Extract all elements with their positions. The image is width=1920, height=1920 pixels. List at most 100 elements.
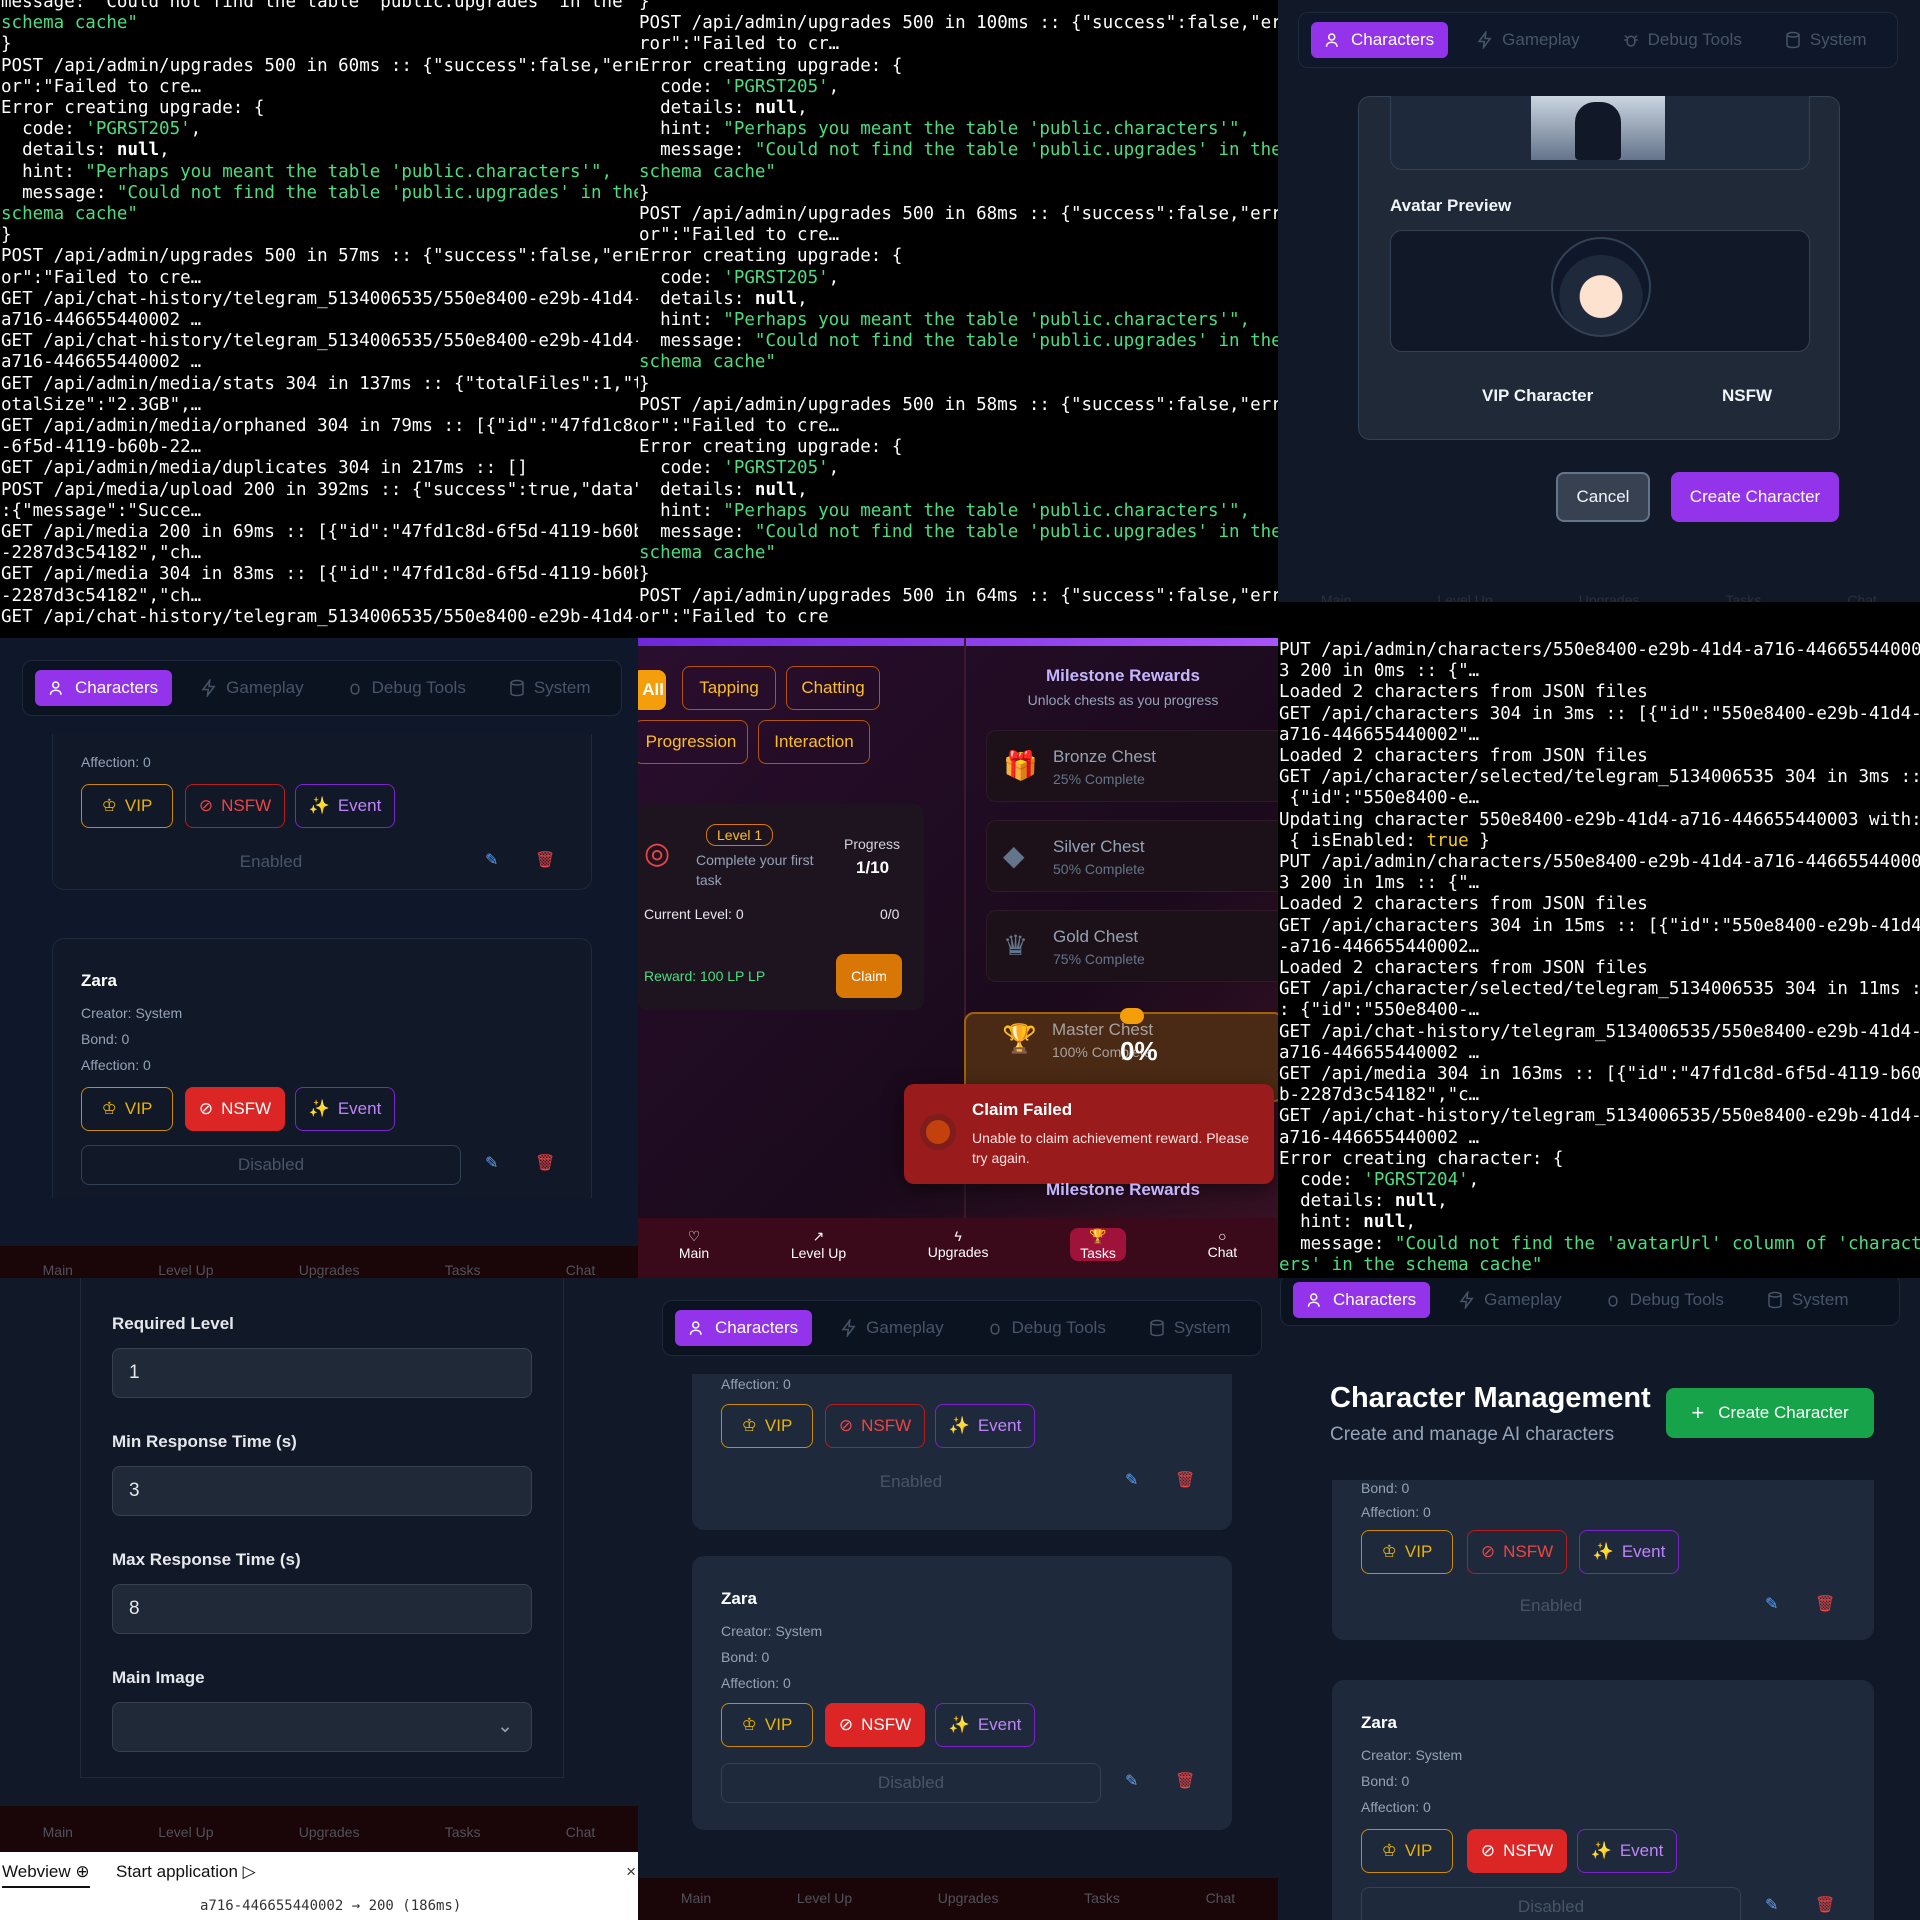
vip-badge[interactable]: ♔ VIP: [721, 1703, 813, 1747]
vip-badge[interactable]: ♔ VIP: [1361, 1530, 1453, 1574]
nsfw-badge[interactable]: ⊘ NSFW: [825, 1703, 925, 1747]
edit-icon[interactable]: ✎: [1765, 1594, 1785, 1614]
tab-gameplay[interactable]: Gameplay: [826, 1310, 957, 1346]
tab-characters[interactable]: Characters: [675, 1310, 813, 1346]
filter-chip-chatting[interactable]: Chatting: [786, 666, 880, 710]
chest-silver[interactable]: ◆ Silver Chest 50% Complete: [986, 820, 1278, 892]
webview-tab[interactable]: Webview ⊕: [2, 1862, 90, 1888]
edit-icon[interactable]: ✎: [1125, 1470, 1145, 1490]
nsfw-badge[interactable]: ⊘ NSFW: [1467, 1829, 1567, 1873]
affection-stat: Affection: 0: [1361, 1799, 1431, 1815]
nav-level-up[interactable]: ↗ Level Up: [791, 1228, 846, 1261]
status-disabled[interactable]: Disabled: [1361, 1887, 1741, 1920]
nav-tasks[interactable]: Tasks: [445, 1262, 481, 1278]
chest-bronze[interactable]: 🎁 Bronze Chest 25% Complete: [986, 730, 1278, 802]
event-badge[interactable]: ✨ Event: [935, 1703, 1035, 1747]
nav-chat[interactable]: ○ Chat: [1208, 1228, 1238, 1261]
nav-tasks[interactable]: 🏆 Tasks: [1070, 1228, 1126, 1261]
nav-upgrades[interactable]: ϟ Upgrades: [928, 1228, 989, 1261]
event-badge[interactable]: ✨ Event: [1579, 1530, 1679, 1574]
nav-tasks[interactable]: Tasks: [445, 1824, 481, 1840]
trash-icon[interactable]: 🗑: [1175, 1470, 1195, 1490]
filter-chip-progression[interactable]: Progression: [638, 720, 748, 764]
close-icon[interactable]: ×: [626, 1862, 636, 1882]
nsfw-badge[interactable]: ⊘ NSFW: [1467, 1530, 1567, 1574]
tab-characters[interactable]: Characters: [1311, 22, 1449, 58]
event-badge[interactable]: ✨ Event: [295, 1087, 395, 1131]
tab-debug-tools[interactable]: Debug Tools: [972, 1310, 1120, 1346]
log-line: GET /api/admin/media/orphaned 304 in 79m…: [1, 416, 638, 437]
edit-icon[interactable]: ✎: [485, 850, 505, 870]
vip-badge[interactable]: ♔ VIP: [721, 1404, 813, 1448]
log-line: details: null,: [1, 140, 170, 161]
nav-main[interactable]: Main: [1321, 592, 1351, 602]
status-enabled[interactable]: Enabled: [81, 852, 461, 872]
nav-main[interactable]: Main: [43, 1824, 73, 1840]
nav-main[interactable]: Main: [43, 1262, 73, 1278]
nav-level-up[interactable]: Level Up: [797, 1890, 852, 1906]
nav-level-up[interactable]: Level Up: [1437, 592, 1492, 602]
create-character-button[interactable]: + Create Character: [1666, 1388, 1874, 1438]
edit-icon[interactable]: ✎: [1125, 1771, 1145, 1791]
nav-chat[interactable]: Chat: [1847, 592, 1877, 602]
edit-icon[interactable]: ✎: [1765, 1895, 1785, 1915]
nav-chat[interactable]: Chat: [1206, 1890, 1236, 1906]
nav-level-up[interactable]: Level Up: [158, 1262, 213, 1278]
tab-debug-tools[interactable]: Debug Tools: [1590, 1282, 1738, 1318]
tab-system[interactable]: System: [1134, 1310, 1245, 1346]
event-badge[interactable]: ✨ Event: [1577, 1829, 1677, 1873]
tab-characters[interactable]: Characters: [1293, 1282, 1431, 1318]
status-enabled[interactable]: Enabled: [1361, 1596, 1741, 1616]
tab-system[interactable]: System: [494, 670, 605, 706]
event-badge[interactable]: ✨ Event: [935, 1404, 1035, 1448]
trash-icon[interactable]: 🗑: [535, 850, 555, 870]
nav-tasks[interactable]: Tasks: [1725, 592, 1761, 602]
tab-debug-tools[interactable]: Debug Tools: [1608, 22, 1756, 58]
nav-level-up[interactable]: Level Up: [158, 1824, 213, 1840]
claim-button[interactable]: Claim: [836, 954, 902, 998]
nav-main[interactable]: ♡ Main: [679, 1228, 709, 1261]
max-response-input[interactable]: 8: [112, 1584, 532, 1634]
vip-badge[interactable]: ♔ VIP: [1361, 1829, 1453, 1873]
nsfw-badge[interactable]: ⊘ NSFW: [185, 784, 285, 828]
filter-chip-tapping[interactable]: Tapping: [682, 666, 776, 710]
filter-chip-all[interactable]: All: [638, 670, 666, 710]
nav-main[interactable]: Main: [681, 1890, 711, 1906]
tab-characters[interactable]: Characters: [35, 670, 173, 706]
min-response-input[interactable]: 3: [112, 1466, 532, 1516]
nav-upgrades[interactable]: Upgrades: [938, 1890, 999, 1906]
trash-icon[interactable]: 🗑: [1815, 1895, 1835, 1915]
tab-gameplay[interactable]: Gameplay: [1462, 22, 1593, 58]
status-disabled[interactable]: Disabled: [81, 1145, 461, 1185]
nav-upgrades[interactable]: Upgrades: [299, 1262, 360, 1278]
tab-system[interactable]: System: [1752, 1282, 1863, 1318]
status-disabled[interactable]: Disabled: [721, 1763, 1101, 1803]
trash-icon[interactable]: 🗑: [1175, 1771, 1195, 1791]
create-character-button[interactable]: Create Character: [1671, 472, 1839, 522]
tab-debug-tools[interactable]: Debug Tools: [332, 670, 480, 706]
tab-gameplay[interactable]: Gameplay: [186, 670, 317, 706]
log-line: or":"Failed to cre…: [639, 225, 840, 246]
main-image-select[interactable]: ⌄: [112, 1702, 532, 1752]
trash-icon[interactable]: 🗑: [1815, 1594, 1835, 1614]
start-application-button[interactable]: Start application ▷: [116, 1862, 256, 1882]
tab-gameplay[interactable]: Gameplay: [1444, 1282, 1575, 1318]
tab-system[interactable]: System: [1770, 22, 1881, 58]
required-level-input[interactable]: 1: [112, 1348, 532, 1398]
nsfw-badge[interactable]: ⊘ NSFW: [825, 1404, 925, 1448]
nav-chat[interactable]: Chat: [566, 1262, 596, 1278]
cancel-button[interactable]: Cancel: [1556, 472, 1650, 522]
nav-chat[interactable]: Chat: [566, 1824, 596, 1840]
chest-gold[interactable]: ♛ Gold Chest 75% Complete: [986, 910, 1278, 982]
vip-badge[interactable]: ♔ VIP: [81, 1087, 173, 1131]
event-badge[interactable]: ✨ Event: [295, 784, 395, 828]
trash-icon[interactable]: 🗑: [535, 1153, 555, 1173]
nav-upgrades[interactable]: Upgrades: [299, 1824, 360, 1840]
nsfw-badge[interactable]: ⊘ NSFW: [185, 1087, 285, 1131]
status-enabled[interactable]: Enabled: [721, 1472, 1101, 1492]
vip-badge[interactable]: ♔ VIP: [81, 784, 173, 828]
nav-upgrades[interactable]: Upgrades: [1579, 592, 1640, 602]
nav-tasks[interactable]: Tasks: [1084, 1890, 1120, 1906]
filter-chip-interaction[interactable]: Interaction: [758, 720, 870, 764]
edit-icon[interactable]: ✎: [485, 1153, 505, 1173]
